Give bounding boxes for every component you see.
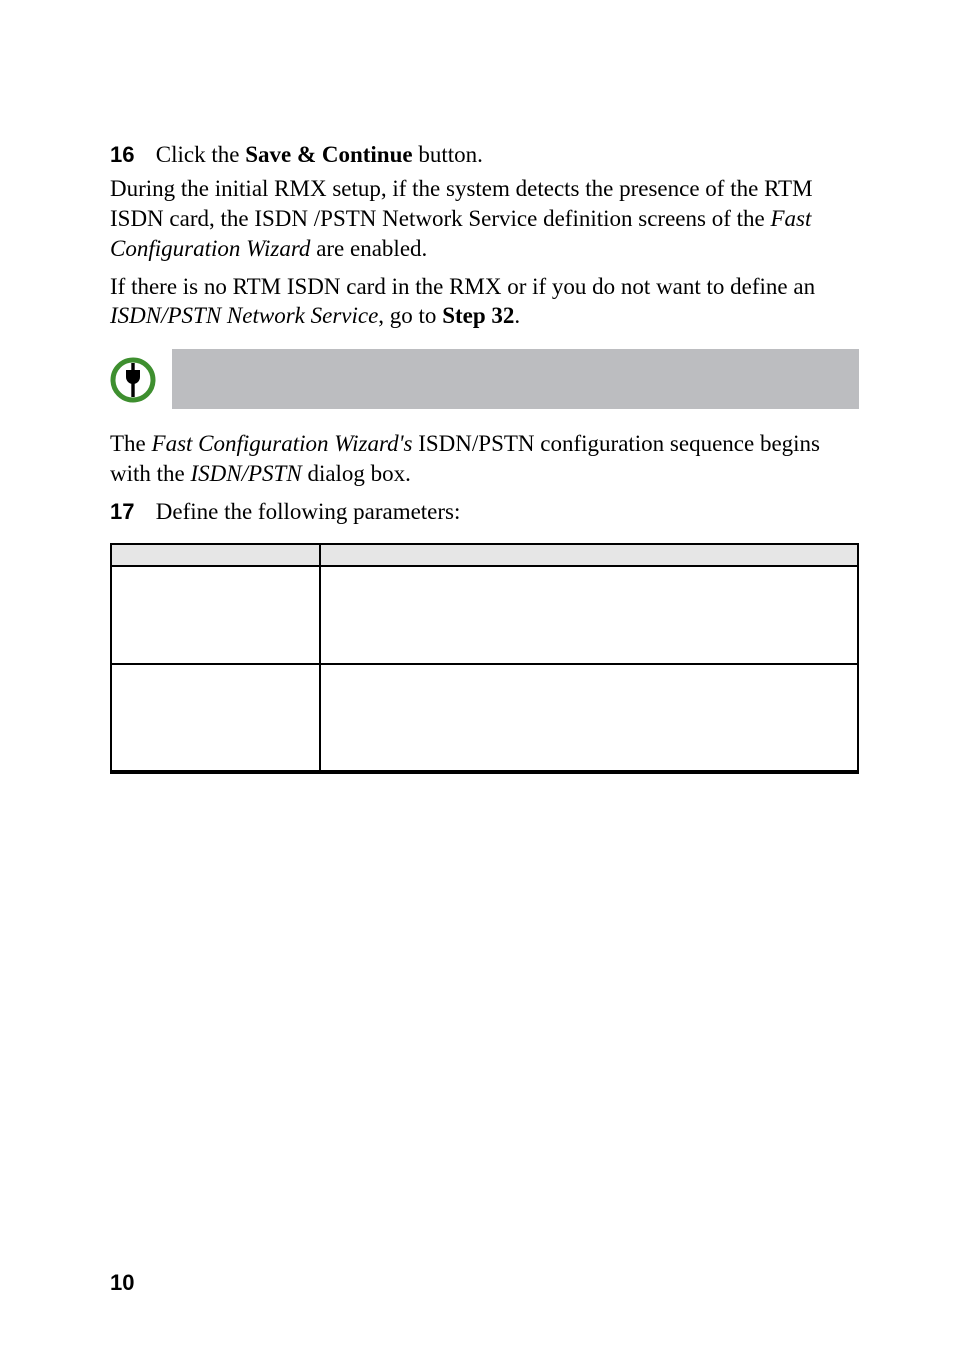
step-17-text: Define the following parameters: bbox=[156, 499, 461, 524]
table-header-desc bbox=[320, 544, 858, 566]
step-16-bold: Save & Continue bbox=[245, 142, 412, 167]
step-16-line: 16 Click the Save & Continue button. bbox=[110, 140, 859, 170]
table-cell-field-1 bbox=[111, 664, 320, 772]
table-row bbox=[111, 664, 858, 772]
para2-post: . bbox=[514, 303, 520, 328]
table-cell-field-0 bbox=[111, 566, 320, 664]
page-number: 10 bbox=[110, 1270, 134, 1296]
table-header-row bbox=[111, 544, 858, 566]
para2-italic: ISDN/PSTN Network Service bbox=[110, 303, 378, 328]
step-16-number: 16 bbox=[110, 141, 150, 170]
note-block bbox=[110, 349, 859, 409]
para3-italic1: Fast Configuration Wizard's bbox=[152, 431, 413, 456]
para3-post: dialog box. bbox=[302, 461, 411, 486]
note-icon-column bbox=[110, 349, 172, 409]
para2-pre: If there is no RTM ISDN card in the RMX … bbox=[110, 274, 815, 299]
para3-pre: The bbox=[110, 431, 152, 456]
step-16-pre: Click the bbox=[156, 142, 245, 167]
parameters-table bbox=[110, 543, 859, 774]
table-cell-desc-0 bbox=[320, 566, 858, 664]
para3-italic2: ISDN/PSTN bbox=[191, 461, 302, 486]
para1-post: are enabled. bbox=[310, 236, 427, 261]
parameters-table-wrap bbox=[110, 543, 859, 774]
para2-mid: , go to bbox=[378, 303, 442, 328]
step-17-line: 17 Define the following parameters: bbox=[110, 497, 859, 527]
paragraph-2: If there is no RTM ISDN card in the RMX … bbox=[110, 272, 859, 332]
paragraph-3: The Fast Configuration Wizard's ISDN/PST… bbox=[110, 429, 859, 489]
page-content: 16 Click the Save & Continue button. Dur… bbox=[0, 0, 954, 774]
note-body bbox=[172, 349, 859, 409]
plug-icon bbox=[110, 357, 156, 403]
step-17-number: 17 bbox=[110, 498, 150, 527]
table-header-field bbox=[111, 544, 320, 566]
paragraph-1: During the initial RMX setup, if the sys… bbox=[110, 174, 859, 264]
table-row bbox=[111, 566, 858, 664]
para2-bold: Step 32 bbox=[442, 303, 514, 328]
step-16-post: button. bbox=[413, 142, 483, 167]
para1-pre: During the initial RMX setup, if the sys… bbox=[110, 176, 813, 231]
table-cell-desc-1 bbox=[320, 664, 858, 772]
